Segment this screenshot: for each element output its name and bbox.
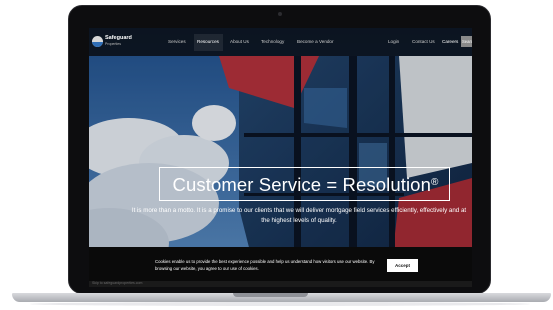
hero-title-text: Customer Service = Resolution — [172, 174, 431, 195]
top-nav-bar: Safeguard Properties Services Resources … — [89, 28, 472, 56]
skip-link[interactable]: Skip to safeguardproperties.com — [92, 281, 142, 285]
laptop-shadow — [30, 302, 530, 306]
nav-item-services[interactable]: Services — [168, 39, 186, 44]
nav-item-careers[interactable]: Careers — [442, 39, 458, 44]
accept-cookies-button[interactable]: Accept — [387, 259, 418, 272]
brand-name: Safeguard — [105, 35, 132, 41]
nav-item-contact-us[interactable]: Contact Us — [412, 39, 435, 44]
nav-item-login[interactable]: Login — [388, 39, 399, 44]
nav-item-resources[interactable]: Resources — [197, 39, 219, 44]
nav-item-technology[interactable]: Technology — [261, 39, 284, 44]
hero-title: Customer Service = Resolution® — [160, 174, 451, 196]
cookie-footer-strip: Skip to safeguardproperties.com — [89, 281, 472, 287]
brand-tagline: Properties — [105, 42, 121, 46]
hero-subtitle: It is more than a motto. It is a promise… — [131, 207, 467, 224]
camera-icon — [278, 12, 282, 16]
laptop-notch — [233, 293, 308, 297]
browser-screen: Safeguard Properties Services Resources … — [89, 28, 472, 287]
search-button[interactable]: Search — [461, 36, 472, 47]
laptop-lid: Safeguard Properties Services Resources … — [68, 5, 491, 294]
nav-item-become-a-vendor[interactable]: Become a Vendor — [297, 39, 334, 44]
cookie-banner-text: Cookies enable us to provide the best ex… — [155, 259, 375, 271]
registered-mark: ® — [430, 177, 439, 188]
cookie-banner: Cookies enable us to provide the best ex… — [89, 247, 472, 287]
nav-item-about-us[interactable]: About Us — [230, 39, 249, 44]
brand-logo[interactable]: Safeguard Properties — [92, 35, 132, 49]
hero-title-box: Customer Service = Resolution® — [159, 167, 450, 201]
laptop-mockup: Safeguard Properties Services Resources … — [0, 0, 553, 310]
brand-logo-icon — [92, 36, 103, 47]
